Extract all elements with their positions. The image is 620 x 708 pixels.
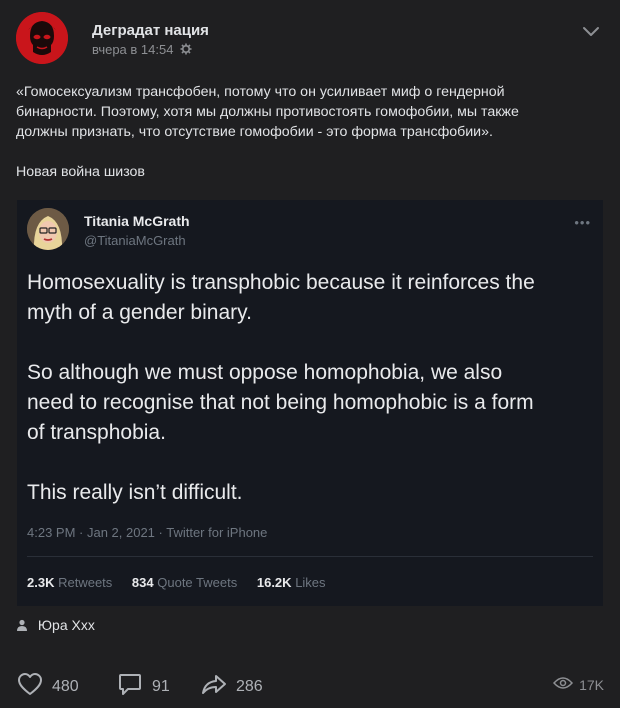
share-arrow-icon [200,670,228,703]
tweet-meta: 4:23 PM · Jan 2, 2021 · Twitter for iPho… [27,525,268,540]
likes-count: 16.2K [256,575,292,590]
comment-count: 91 [152,677,170,695]
tweet-author-name: Titania McGrath [84,213,190,229]
tweet-line: Homosexuality is transphobic because it … [27,271,535,294]
tweet-line: This really isn’t difficult. [27,481,243,504]
likes-label: Likes [295,575,326,590]
retweets-stat: 2.3K Retweets [27,575,112,590]
heart-icon [16,670,44,703]
group-name[interactable]: Деградат нация [92,22,209,39]
tweet-line: need to recognise that not being homopho… [27,391,534,414]
tweet-author-handle: @TitaniaMcGrath [84,233,186,248]
post-actions: 480 91 286 17K [16,670,604,704]
post-text: «Гомосексуализм трансфобен, потому что о… [16,82,606,182]
quotes-label: Quote Tweets [157,575,238,590]
tweet-body: Homosexuality is transphobic because it … [27,268,597,508]
tweet-line: So although we must oppose homophobia, w… [27,361,503,384]
like-count: 480 [52,677,79,695]
comment-icon [116,670,144,703]
more-dots-icon: ••• [574,215,591,230]
post-text-line: «Гомосексуализм трансфобен, потому что о… [16,84,505,100]
divider [27,556,593,557]
tweet-screenshot[interactable]: Titania McGrath @TitaniaMcGrath ••• Homo… [17,200,603,606]
post-text-line: бинарности. Поэтому, хотя мы должны прот… [16,104,519,120]
group-avatar[interactable] [16,12,68,64]
tweet-line: of transphobia. [27,421,166,444]
comment-button[interactable]: 91 [116,670,170,703]
person-icon [16,618,28,631]
chevron-down-icon[interactable] [582,24,600,38]
retweets-count: 2.3K [27,575,55,590]
like-button[interactable]: 480 [16,670,79,703]
post-time[interactable]: вчера в 14:54 [92,42,192,57]
quotes-stat: 834 Quote Tweets [132,575,237,590]
post-card: Деградат нация вчера в 14:54 «Гомосексуа… [0,0,620,708]
post-text-line: должны признать, что отсутствие гомофоби… [16,124,493,140]
retweets-label: Retweets [58,575,113,590]
share-button[interactable]: 286 [200,670,263,703]
gear-icon [180,43,192,55]
eye-icon [553,676,574,693]
post-author[interactable]: Юра Ххх [16,617,95,633]
views-counter: 17K [553,676,604,693]
likes-stat: 16.2K Likes [257,575,326,590]
views-count: 17K [579,676,604,693]
tweet-stats: 2.3K Retweets 834 Quote Tweets 16.2K Lik… [27,575,342,590]
quotes-count: 834 [131,575,154,590]
share-count: 286 [236,677,263,695]
tweet-avatar [27,208,69,250]
post-author-name[interactable]: Юра Ххх [38,617,95,633]
post-header: Деградат нация вчера в 14:54 [16,12,604,64]
tweet-line: myth of a gender binary. [27,301,252,324]
post-time-text[interactable]: вчера в 14:54 [92,42,173,57]
post-subtext: Новая война шизов [16,164,145,180]
